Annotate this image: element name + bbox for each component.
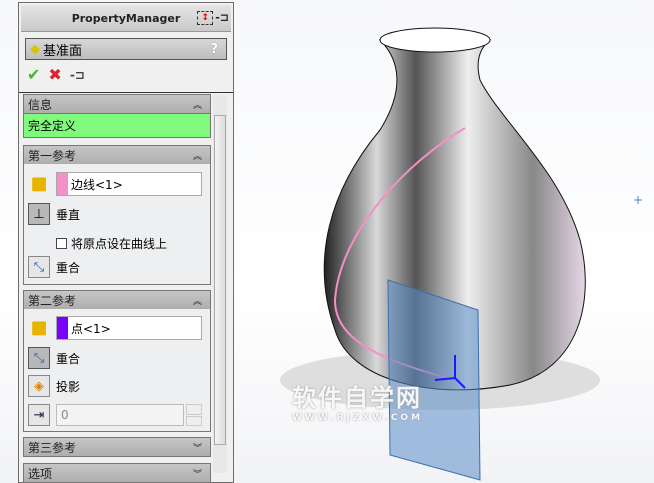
property-manager-panel: PropertyManager ↕ -⊐ ◆ 基准面 ? ✔ ✖ -⊐ 信息 ︽ … — [18, 2, 234, 483]
plane-icon: ◆ — [30, 41, 40, 57]
options-header[interactable]: 选项 ︾ — [24, 464, 210, 482]
distance-input[interactable]: 0 — [56, 404, 184, 426]
origin-on-curve-checkbox[interactable] — [56, 238, 67, 249]
coincident-label: 重合 — [56, 260, 81, 275]
selection-text: 点<1> — [71, 321, 111, 336]
selection-box-icon: ■ — [30, 316, 48, 338]
origin-on-curve-label: 将原点设在曲线上 — [71, 237, 168, 251]
selection-text: 边线<1> — [71, 177, 123, 192]
pin-icon[interactable]: -⊐ — [215, 11, 229, 25]
collapse-icon[interactable]: ︽ — [193, 294, 202, 307]
first-reference-header[interactable]: 第一参考 ︽ — [24, 146, 210, 164]
group-title: 第一参考 — [28, 148, 77, 163]
distance-icon[interactable]: ⇥ — [28, 404, 50, 426]
panel-titlebar: PropertyManager ↕ -⊐ — [21, 5, 231, 32]
help-button[interactable]: ? — [210, 42, 218, 57]
third-reference-group: 第三参考 ︾ — [23, 437, 211, 457]
group-title: 第二参考 — [28, 293, 77, 308]
status-message: 完全定义 — [24, 113, 210, 137]
second-reference-group: 第二参考 ︽ ■ 点<1> ⤡ 重合 ◈ 投影 ⇥ 0 — [23, 290, 211, 432]
perpendicular-icon[interactable]: ⊥ — [28, 203, 50, 225]
second-reference-header[interactable]: 第二参考 ︽ — [24, 291, 210, 309]
coincident-icon[interactable]: ⤡ — [28, 347, 50, 369]
options-group: 选项 ︾ — [23, 463, 211, 483]
collapse-icon[interactable]: ︽ — [193, 149, 202, 162]
origin-marker: + — [633, 193, 643, 207]
panel-title: PropertyManager — [71, 11, 181, 25]
watermark-url: WWW.RJZXW.COM — [292, 413, 424, 423]
third-reference-header[interactable]: 第三参考 ︾ — [24, 438, 210, 456]
coincident-icon[interactable]: ⤡ — [28, 256, 50, 278]
projection-icon[interactable]: ◈ — [28, 375, 50, 397]
group-title: 信息 — [28, 97, 53, 112]
expand-icon[interactable]: ︾ — [193, 467, 202, 480]
distance-spinner[interactable] — [186, 404, 202, 426]
color-swatch — [57, 173, 68, 195]
group-title: 第三参考 — [28, 440, 77, 455]
color-swatch — [57, 317, 68, 339]
feature-header: ◆ 基准面 ? — [25, 38, 227, 60]
first-reference-group: 第一参考 ︽ ■ 边线<1> ⊥ 垂直 将原点设在曲线上 ⤡ 重合 — [23, 145, 211, 285]
coincident-label: 重合 — [56, 351, 81, 366]
selection-box-icon: ■ — [30, 172, 48, 194]
vase-opening — [379, 27, 491, 53]
scrollbar-thumb[interactable] — [214, 115, 226, 445]
panel-scrollbar[interactable] — [213, 95, 227, 473]
cancel-button[interactable]: ✖ — [48, 65, 61, 84]
divider — [19, 92, 233, 93]
watermark-title: 软件自学网 — [292, 384, 422, 412]
collapse-icon[interactable]: ︽ — [193, 98, 202, 111]
group-title: 选项 — [28, 466, 53, 481]
first-reference-selection[interactable]: 边线<1> — [56, 172, 202, 196]
info-group: 信息 ︽ 完全定义 — [23, 94, 211, 138]
keep-visible-pin-icon[interactable]: -⊐ — [70, 68, 85, 82]
collapse-panel-icon[interactable]: ↕ — [197, 11, 214, 25]
second-reference-selection[interactable]: 点<1> — [56, 316, 202, 340]
projection-label: 投影 — [56, 379, 81, 394]
ok-button[interactable]: ✔ — [27, 65, 40, 84]
perpendicular-label: 垂直 — [56, 207, 81, 222]
feature-name: 基准面 — [43, 43, 83, 59]
info-group-header[interactable]: 信息 ︽ — [24, 95, 210, 113]
expand-icon[interactable]: ︾ — [193, 441, 202, 454]
watermark: 软件自学网 WWW.RJZXW.COM — [292, 378, 423, 423]
